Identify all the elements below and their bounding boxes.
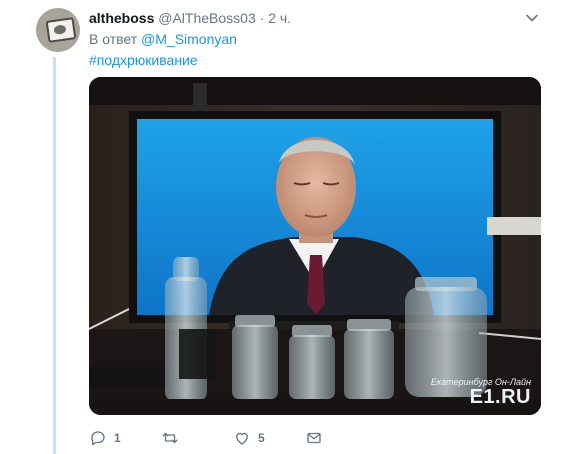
- author-handle[interactable]: @AlTheBoss03: [158, 10, 255, 26]
- chevron-down-icon[interactable]: [524, 10, 540, 26]
- separator: ·: [259, 10, 265, 26]
- reply-context: В ответ @M_Simonyan: [89, 30, 237, 48]
- tweet-photo[interactable]: Екатеринбург Он-Лайн E1.RU: [89, 77, 541, 415]
- like-count: 5: [258, 431, 265, 445]
- direct-message-button[interactable]: [305, 428, 323, 448]
- author-name[interactable]: altheboss: [89, 10, 154, 26]
- avatar-image: [45, 17, 77, 43]
- message-icon: [307, 432, 321, 444]
- avatar[interactable]: [36, 8, 80, 52]
- thread-line: [53, 57, 56, 454]
- tweet-actions: 1 5: [89, 428, 349, 448]
- reply-button[interactable]: 1: [89, 428, 121, 448]
- tweet-header: altheboss @AlTheBoss03 · 2 ч.: [89, 9, 291, 27]
- like-button[interactable]: 5: [233, 428, 265, 448]
- reply-prefix: В ответ: [89, 31, 138, 47]
- like-icon: [236, 432, 248, 445]
- photo-scene: [89, 77, 541, 415]
- hashtag-link[interactable]: #подхрюкивание: [89, 51, 198, 69]
- retweet-icon: [162, 432, 178, 444]
- reply-icon: [91, 431, 105, 446]
- watermark-logo: E1.RU: [469, 386, 531, 408]
- timestamp[interactable]: 2 ч.: [268, 10, 291, 26]
- retweet-button[interactable]: [161, 428, 186, 448]
- reply-mention-link[interactable]: @M_Simonyan: [141, 31, 237, 47]
- reply-count: 1: [114, 431, 121, 445]
